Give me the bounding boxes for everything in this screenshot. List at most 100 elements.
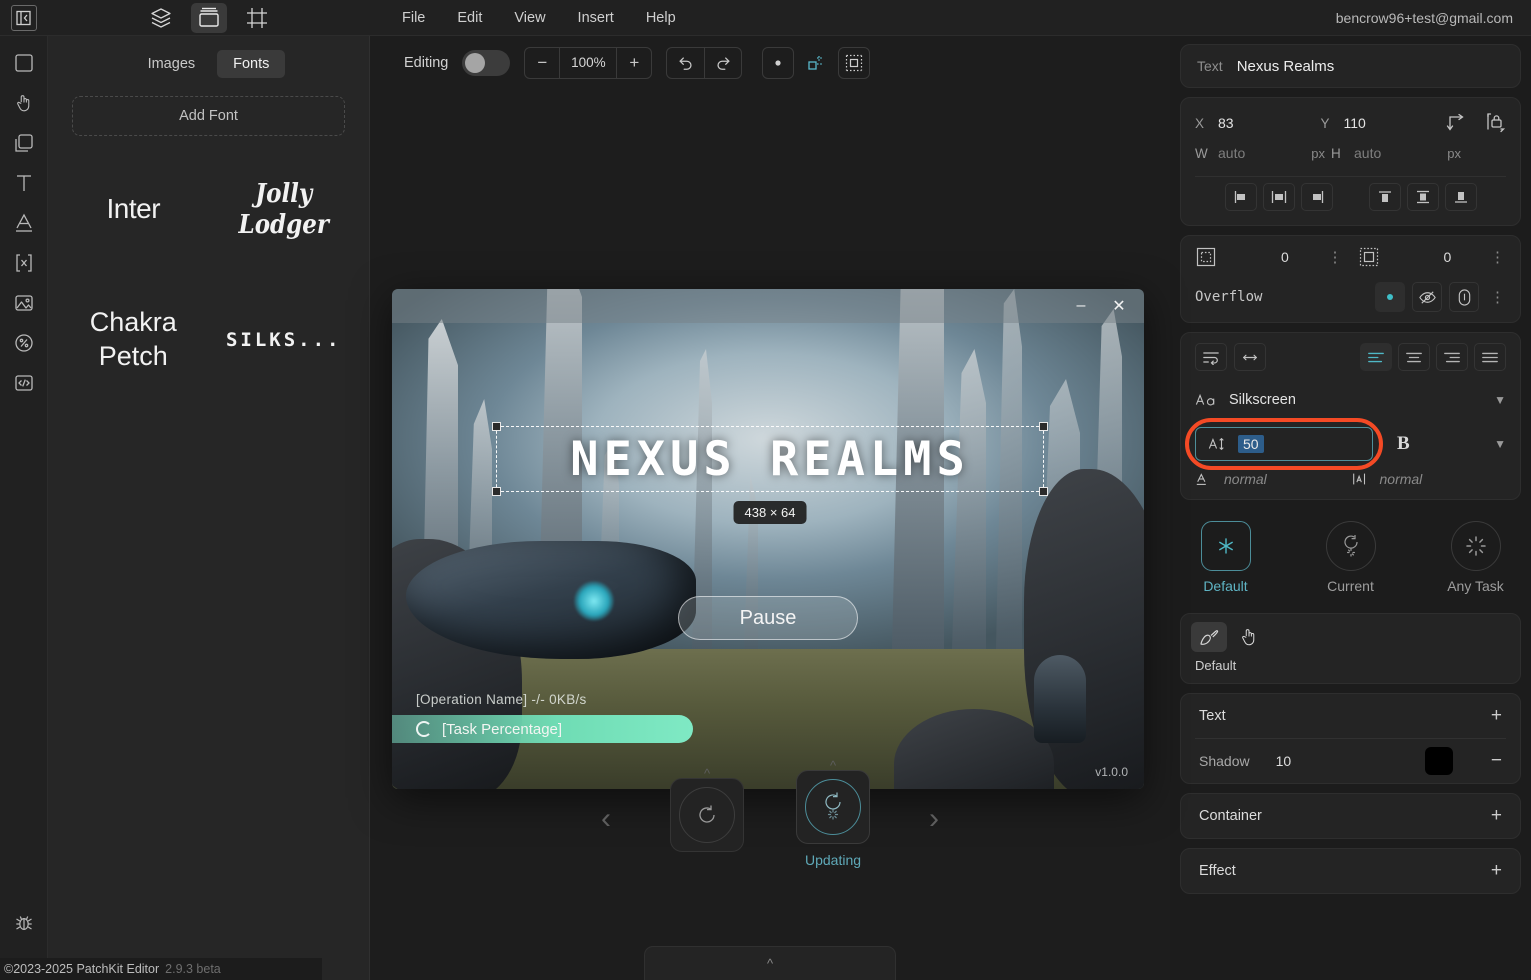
y-value[interactable]: 110 [1344,115,1366,131]
any-task-state-box[interactable] [1450,521,1501,571]
collapse-panel-icon[interactable] [11,4,37,31]
menu-item-file[interactable]: File [390,5,437,31]
state-tab-any-task[interactable]: Any Task [1430,521,1521,594]
image-tool[interactable] [7,286,41,320]
pause-button[interactable]: Pause [678,596,858,640]
line-height-value[interactable]: normal [1224,471,1267,487]
padding-more-icon[interactable]: ⋮ [1328,248,1344,266]
paint-tool-button[interactable] [1191,622,1227,652]
duplicate-tool[interactable] [7,126,41,160]
w-value[interactable]: auto [1218,145,1245,161]
align-right-icon[interactable] [1300,183,1333,211]
state-tab-current[interactable]: Current [1305,521,1396,594]
line-height-field[interactable]: normal [1195,471,1351,487]
layers-mode-button[interactable] [143,3,179,33]
tab-fonts[interactable]: Fonts [217,50,286,78]
h-unit[interactable]: px [1447,146,1461,161]
zoom-out-button[interactable]: − [525,48,559,78]
snap-grid-button[interactable] [838,47,871,79]
zoom-value[interactable]: 100% [559,48,618,78]
redo-button[interactable] [704,48,741,78]
undo-button[interactable] [667,48,704,78]
font-size-value[interactable]: 50 [1238,435,1264,453]
chevron-right-icon[interactable]: › [919,802,949,836]
align-middle-v-icon[interactable] [1406,183,1439,211]
remove-property-icon[interactable]: − [1491,750,1502,772]
shadow-value[interactable]: 10 [1276,753,1292,769]
pointer-tool[interactable] [7,86,41,120]
margin-field[interactable]: 0 ⋮ [1358,246,1507,268]
font-family-field[interactable]: Silkscreen ▼ [1195,385,1506,415]
margin-value[interactable]: 0 [1444,249,1452,265]
canvas-viewport[interactable]: – ✕ NEXUS REALMS 438 × 64 Pause [Operati… [370,90,1170,980]
object-name-value[interactable]: Nexus Realms [1237,58,1335,75]
align-center-h-icon[interactable] [1262,183,1295,211]
text-align-justify-icon[interactable] [1474,343,1506,371]
percent-tool[interactable] [7,326,41,360]
minimize-button[interactable]: – [1064,291,1098,321]
frame-mode-button[interactable] [239,3,275,33]
resize-handle-bottom-right[interactable] [1039,487,1048,496]
shadow-color-swatch[interactable] [1424,747,1453,775]
overflow-more-icon[interactable]: ⋮ [1490,288,1506,306]
letter-spacing-field[interactable]: normal [1351,471,1507,487]
menu-item-help[interactable]: Help [634,5,688,31]
font-item-jolly-lodger[interactable]: Jolly Lodger [209,178,360,240]
corner-anchor-icon[interactable] [1446,112,1468,134]
tab-images[interactable]: Images [132,50,212,78]
selected-text-element[interactable]: NEXUS REALMS 438 × 64 [492,422,1048,524]
container-section-header[interactable]: Container + [1181,794,1520,838]
align-left-icon[interactable] [1224,183,1257,211]
default-state-box[interactable] [1200,521,1251,571]
resize-handle-top-left[interactable] [492,422,501,431]
padding-value[interactable]: 0 [1281,249,1289,265]
text-align-center-icon[interactable] [1398,343,1430,371]
state-restart[interactable]: ^ [667,766,747,860]
resize-handle-top-right[interactable] [1039,422,1048,431]
chevron-left-icon[interactable]: ‹ [591,802,621,836]
margin-more-icon[interactable]: ⋮ [1490,248,1506,266]
snap-object-button[interactable] [800,47,832,79]
add-font-button[interactable]: Add Font [72,96,345,136]
effect-section-header[interactable]: Effect + [1181,849,1520,893]
editing-toggle[interactable] [462,50,511,76]
close-button[interactable]: ✕ [1102,291,1136,321]
text-align-left-icon[interactable] [1360,343,1392,371]
letter-spacing-value[interactable]: normal [1380,471,1423,487]
w-unit[interactable]: px [1311,146,1325,161]
text-align-right-icon[interactable] [1436,343,1468,371]
snap-point-button[interactable] [762,47,795,79]
launcher-preview[interactable]: – ✕ NEXUS REALMS 438 × 64 Pause [Operati… [392,289,1144,789]
height-field[interactable]: H auto px [1331,145,1461,161]
bottom-sheet-handle[interactable]: ^ [644,946,896,980]
add-property-icon[interactable]: + [1491,860,1502,882]
text-nowrap-icon[interactable] [1234,343,1266,371]
state-updating[interactable]: ^ Updating [793,758,873,868]
bold-button[interactable]: B [1397,433,1410,455]
current-state-box[interactable] [1325,521,1376,571]
aspect-lock-icon[interactable] [1484,112,1506,134]
menu-item-view[interactable]: View [502,5,557,31]
font-tool[interactable] [7,206,41,240]
font-item-chakra-petch[interactable]: Chakra Petch [58,306,209,374]
x-field[interactable]: X 83 [1195,115,1321,131]
rectangle-tool[interactable] [7,46,41,80]
assets-mode-button[interactable] [191,2,227,33]
align-bottom-icon[interactable] [1444,183,1477,211]
font-family-value[interactable]: Silkscreen [1229,392,1296,408]
h-value[interactable]: auto [1354,145,1381,161]
object-name-card[interactable]: Text Nexus Realms [1180,44,1521,88]
state-thumb[interactable] [670,778,744,852]
menu-item-edit[interactable]: Edit [445,5,494,31]
font-item-silkscreen[interactable]: SILKS... [209,306,360,374]
chevron-down-icon[interactable]: ▼ [1494,393,1506,407]
chevron-down-icon[interactable]: ▼ [1494,437,1506,451]
resize-handle-bottom-left[interactable] [492,487,501,496]
y-field[interactable]: Y 110 [1321,115,1447,131]
text-wrap-icon[interactable] [1195,343,1227,371]
overflow-visible-button[interactable] [1375,282,1405,312]
overflow-hidden-button[interactable] [1412,282,1442,312]
padding-field[interactable]: 0 ⋮ [1195,246,1344,268]
text-section-header[interactable]: Text + [1181,694,1520,738]
variable-tool[interactable] [7,246,41,280]
